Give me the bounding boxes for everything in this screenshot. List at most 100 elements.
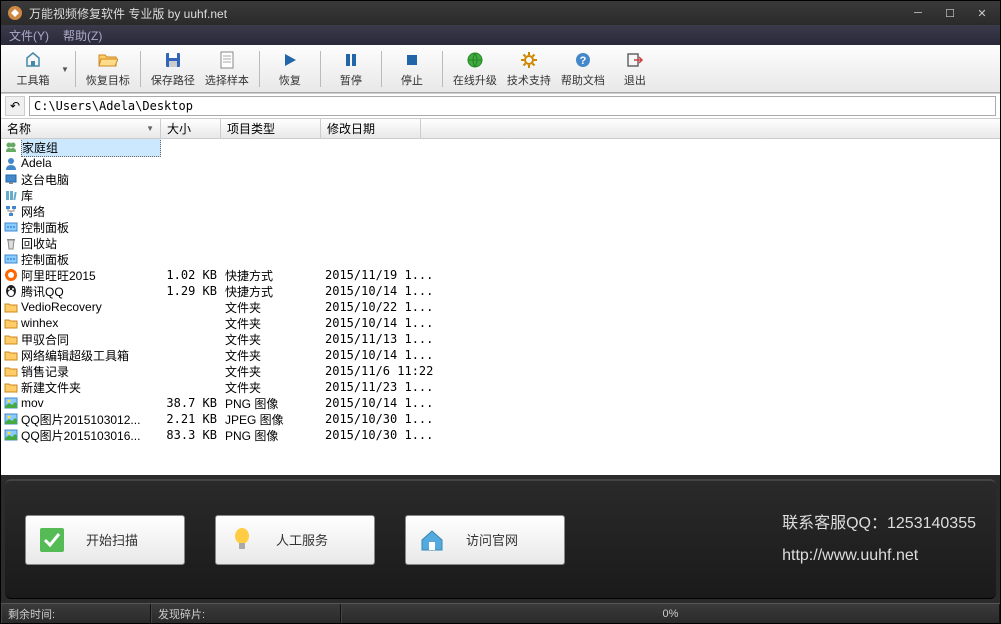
minimize-button[interactable]: ─ — [906, 5, 930, 21]
file-type: 文件夹 — [221, 315, 321, 332]
file-date: 2015/10/14 1... — [321, 396, 441, 410]
toolbar: 工具箱 ▼ 恢复目标 保存路径 选择样本 恢复 暂停 停止 — [1, 45, 1000, 93]
file-row[interactable]: 腾讯QQ1.29 KB快捷方式2015/10/14 1... — [1, 283, 1000, 299]
manual-service-button[interactable]: 人工服务 — [215, 515, 375, 565]
file-row[interactable]: 阿里旺旺20151.02 KB快捷方式2015/11/19 1... — [1, 267, 1000, 283]
file-row[interactable]: winhex文件夹2015/10/14 1... — [1, 315, 1000, 331]
file-row[interactable]: mov38.7 KBPNG 图像2015/10/14 1... — [1, 395, 1000, 411]
folder-icon — [3, 364, 19, 378]
tech-support-button[interactable]: 技术支持 — [503, 48, 555, 90]
file-date: 2015/11/13 1... — [321, 332, 441, 346]
computer-icon — [3, 172, 19, 186]
chevron-down-icon[interactable]: ▼ — [61, 65, 69, 74]
file-row[interactable]: QQ图片2015103016...83.3 KBPNG 图像2015/10/30… — [1, 427, 1000, 443]
qq-icon — [3, 284, 19, 298]
window-title: 万能视频修复软件 专业版 by uuhf.net — [29, 5, 906, 22]
file-type: PNG 图像 — [221, 395, 321, 412]
column-type[interactable]: 项目类型 — [221, 119, 321, 138]
stop-icon — [402, 50, 422, 70]
file-name: 销售记录 — [21, 363, 161, 380]
file-row[interactable]: 控制面板 — [1, 251, 1000, 267]
file-name: QQ图片2015103016... — [21, 427, 161, 444]
column-name[interactable]: 名称▼ — [1, 119, 161, 138]
file-name: VedioRecovery — [21, 300, 161, 314]
file-size: 1.02 KB — [161, 268, 221, 282]
file-type: 文件夹 — [221, 379, 321, 396]
exit-icon — [625, 50, 645, 70]
path-input[interactable] — [29, 96, 996, 116]
file-name: 网络编辑超级工具箱 — [21, 347, 161, 364]
file-size: 83.3 KB — [161, 428, 221, 442]
visit-website-button[interactable]: 访问官网 — [405, 515, 565, 565]
file-row[interactable]: QQ图片2015103012...2.21 KBJPEG 图像2015/10/3… — [1, 411, 1000, 427]
exit-button[interactable]: 退出 — [611, 48, 659, 90]
column-size[interactable]: 大小 — [161, 119, 221, 138]
file-name: 新建文件夹 — [21, 379, 161, 396]
stop-button[interactable]: 停止 — [388, 48, 436, 90]
close-button[interactable]: ✕ — [970, 5, 994, 21]
select-sample-button[interactable]: 选择样本 — [201, 48, 253, 90]
help-doc-button[interactable]: ? 帮助文档 — [557, 48, 609, 90]
file-date: 2015/11/23 1... — [321, 380, 441, 394]
start-scan-button[interactable]: 开始扫描 — [25, 515, 185, 565]
file-row[interactable]: 新建文件夹 文件夹2015/11/23 1... — [1, 379, 1000, 395]
file-list[interactable]: 家庭组Adela这台电脑库网络控制面板回收站控制面板阿里旺旺20151.02 K… — [1, 139, 1000, 475]
folder-icon — [3, 332, 19, 346]
maximize-button[interactable]: ☐ — [938, 5, 962, 21]
bottom-panel: 开始扫描 人工服务 访问官网 联系客服QQ：1253140355 http://… — [5, 479, 996, 599]
control-icon — [3, 220, 19, 234]
back-button[interactable]: ↶ — [5, 96, 25, 116]
network-icon — [3, 204, 19, 218]
lightbulb-icon — [228, 526, 256, 554]
file-name: 控制面板 — [21, 251, 161, 268]
menubar: 文件(Y) 帮助(Z) — [1, 25, 1000, 45]
file-date: 2015/10/14 1... — [321, 348, 441, 362]
file-date: 2015/11/6 11:22 — [321, 364, 441, 378]
file-row[interactable]: 甲驭合同文件夹2015/11/13 1... — [1, 331, 1000, 347]
file-name: 库 — [21, 187, 161, 204]
file-row[interactable]: 网络编辑超级工具箱文件夹2015/10/14 1... — [1, 347, 1000, 363]
pause-icon — [341, 50, 361, 70]
file-date: 2015/10/22 1... — [321, 300, 441, 314]
file-row[interactable]: 回收站 — [1, 235, 1000, 251]
pathbar: ↶ — [1, 93, 1000, 119]
online-upgrade-button[interactable]: 在线升级 — [449, 48, 501, 90]
status-time: 剩余时间: — [1, 604, 151, 623]
recover-target-button[interactable]: 恢复目标 — [82, 48, 134, 90]
file-name: 腾讯QQ — [21, 283, 161, 300]
file-row[interactable]: 网络 — [1, 203, 1000, 219]
file-date: 2015/10/30 1... — [321, 412, 441, 426]
file-name: 阿里旺旺2015 — [21, 267, 161, 284]
file-row[interactable]: 库 — [1, 187, 1000, 203]
file-name: 这台电脑 — [21, 171, 161, 188]
file-name: winhex — [21, 316, 161, 330]
save-path-button[interactable]: 保存路径 — [147, 48, 199, 90]
file-row[interactable]: 这台电脑 — [1, 171, 1000, 187]
file-name: mov — [21, 396, 161, 410]
toolbox-icon — [23, 50, 43, 70]
file-row[interactable]: VedioRecovery文件夹2015/10/22 1... — [1, 299, 1000, 315]
menu-help[interactable]: 帮助(Z) — [63, 27, 102, 44]
file-type: PNG 图像 — [221, 427, 321, 444]
recover-button[interactable]: 恢复 — [266, 48, 314, 90]
sort-indicator-icon: ▼ — [146, 124, 154, 133]
contact-info: 联系客服QQ：1253140355 http://www.uuhf.net — [782, 508, 976, 572]
file-date: 2015/10/14 1... — [321, 284, 441, 298]
toolbox-button[interactable]: 工具箱 — [9, 48, 57, 90]
gear-icon — [519, 50, 539, 70]
file-row[interactable]: 销售记录文件夹2015/11/6 11:22 — [1, 363, 1000, 379]
menu-file[interactable]: 文件(Y) — [9, 27, 49, 44]
folder-open-icon — [98, 50, 118, 70]
file-date: 2015/10/30 1... — [321, 428, 441, 442]
svg-text:?: ? — [580, 55, 587, 67]
file-row[interactable]: Adela — [1, 155, 1000, 171]
file-row[interactable]: 控制面板 — [1, 219, 1000, 235]
file-size: 2.21 KB — [161, 412, 221, 426]
file-name: QQ图片2015103012... — [21, 411, 161, 428]
file-row[interactable]: 家庭组 — [1, 139, 1000, 155]
image-icon — [3, 396, 19, 410]
pause-button[interactable]: 暂停 — [327, 48, 375, 90]
file-type: 快捷方式 — [221, 267, 321, 284]
titlebar: 万能视频修复软件 专业版 by uuhf.net ─ ☐ ✕ — [1, 1, 1000, 25]
column-date[interactable]: 修改日期 — [321, 119, 421, 138]
